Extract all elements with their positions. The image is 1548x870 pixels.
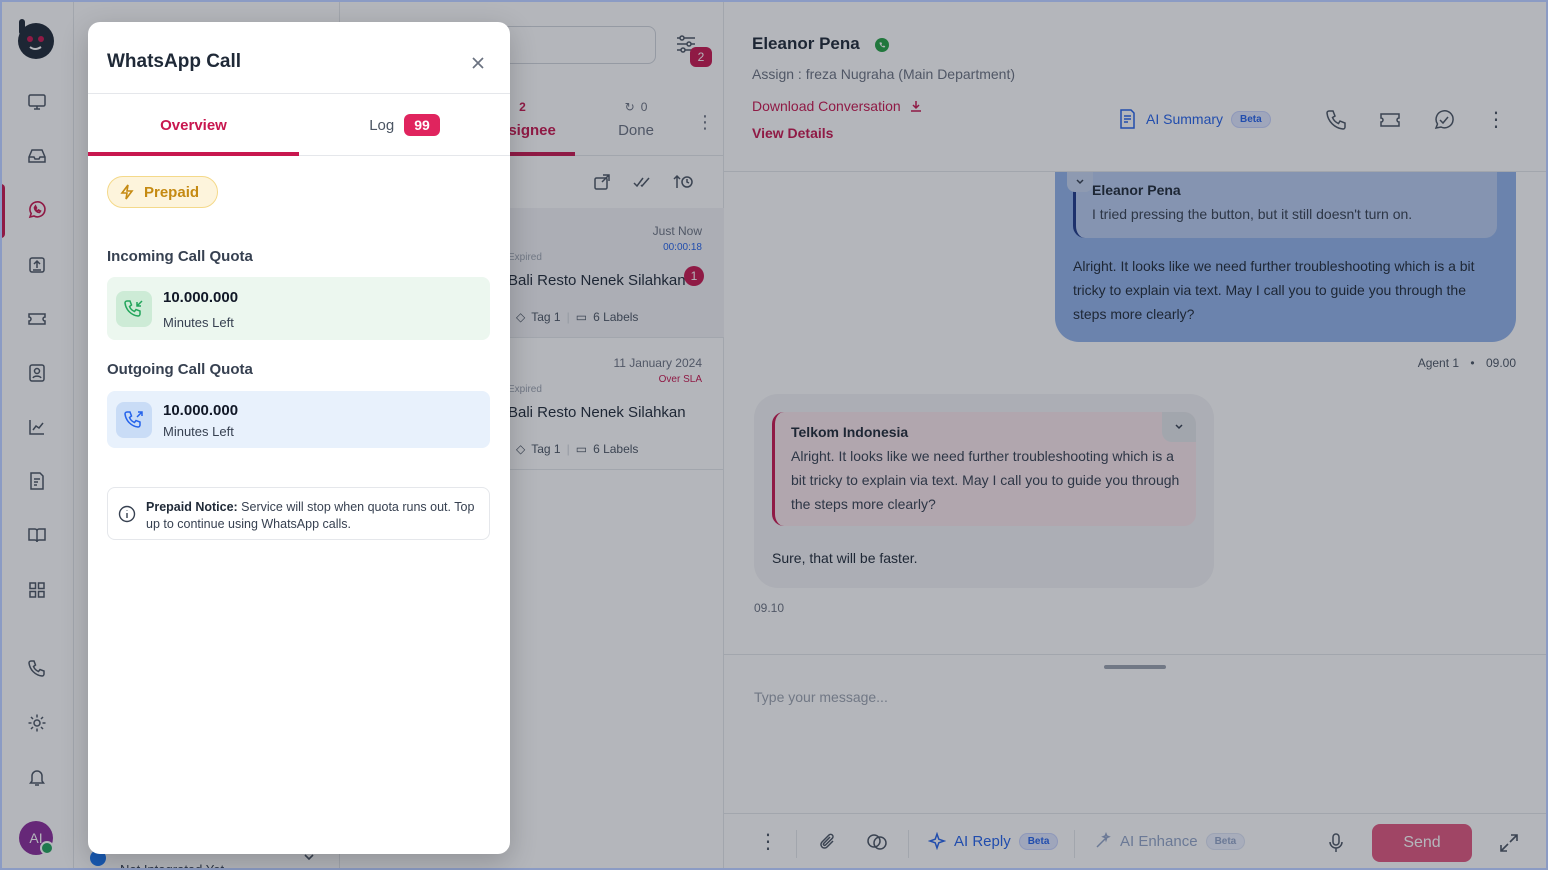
- close-icon[interactable]: [468, 53, 488, 73]
- log-count-badge: 99: [404, 114, 440, 136]
- tab-underline: [88, 152, 299, 156]
- incoming-quota-title: Incoming Call Quota: [107, 248, 253, 265]
- prepaid-label: Prepaid: [144, 183, 200, 201]
- incoming-quota-value: 10.000.000: [163, 289, 239, 306]
- whatsapp-call-modal: WhatsApp Call Overview Log 99 Prepaid In…: [88, 22, 510, 854]
- notice-label: Prepaid Notice:: [146, 500, 238, 514]
- outgoing-call-icon: [116, 402, 152, 438]
- tab-overview[interactable]: Overview: [88, 94, 299, 156]
- prepaid-badge: Prepaid: [107, 176, 219, 208]
- incoming-quota-unit: Minutes Left: [163, 315, 234, 330]
- outgoing-quota-card: 10.000.000 Minutes Left: [107, 391, 490, 448]
- notice-text: Prepaid Notice: Service will stop when q…: [146, 499, 486, 533]
- tab-log[interactable]: Log 99: [299, 94, 510, 156]
- outgoing-quota-unit: Minutes Left: [163, 424, 234, 439]
- modal-tabs: Overview Log 99: [88, 94, 510, 156]
- info-icon: [118, 505, 136, 523]
- incoming-call-icon: [116, 291, 152, 327]
- outgoing-quota-value: 10.000.000: [163, 402, 239, 419]
- lightning-icon: [118, 183, 136, 201]
- prepaid-notice: Prepaid Notice: Service will stop when q…: [107, 487, 490, 540]
- tab-log-label: Log: [369, 116, 395, 134]
- outgoing-quota-title: Outgoing Call Quota: [107, 361, 253, 378]
- modal-title: WhatsApp Call: [107, 51, 242, 72]
- incoming-quota-card: 10.000.000 Minutes Left: [107, 277, 490, 340]
- tab-overview-label: Overview: [160, 116, 227, 134]
